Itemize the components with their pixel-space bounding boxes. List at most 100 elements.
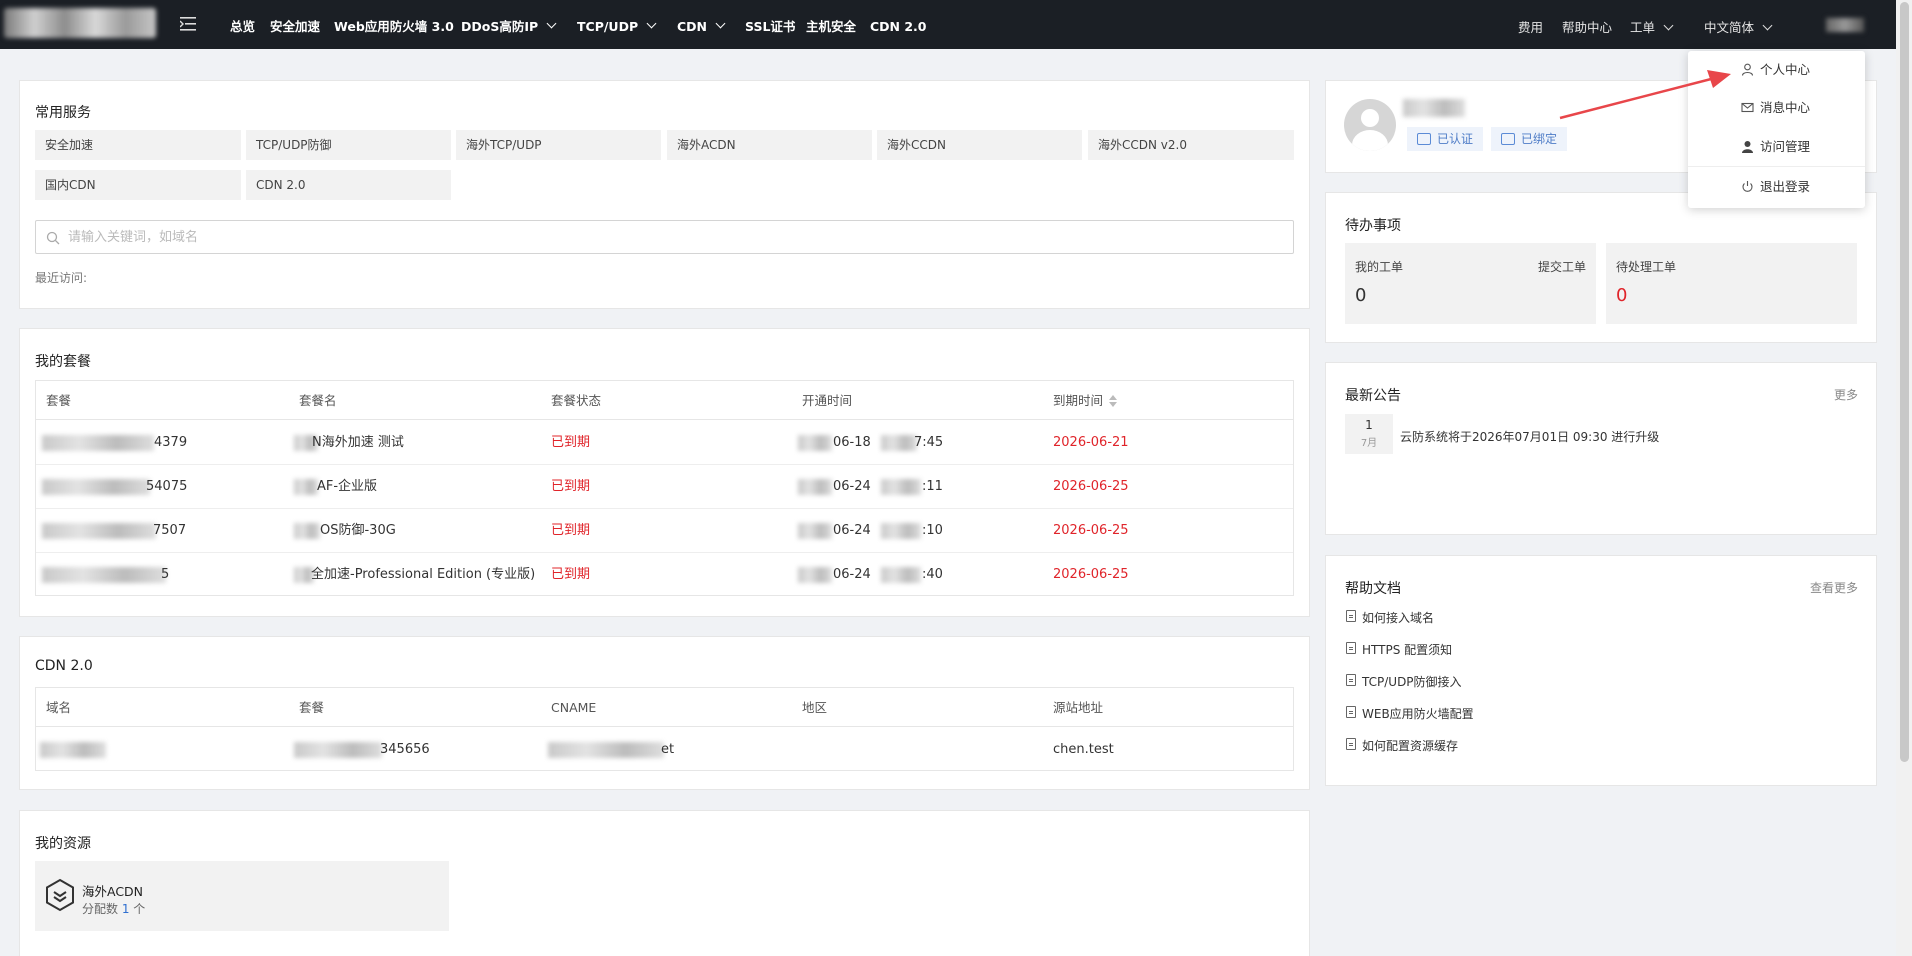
todo-title: 待办事项 [1345,218,1401,234]
chevron-down-icon [646,18,657,29]
nav-billing[interactable]: 费用 [1518,0,1543,49]
package-name: AF-企业版 [317,479,378,494]
resources-title: 我的资源 [35,836,91,852]
nav-overview[interactable]: 总览 [230,0,255,49]
nav-ddos[interactable]: DDoS高防IP [461,0,557,49]
redacted-mask [42,523,156,539]
nav-cdn2[interactable]: CDN 2.0 [870,0,927,49]
user-menu[interactable] [1826,18,1864,32]
logo[interactable] [4,8,156,38]
sort-icon[interactable] [1109,395,1118,407]
menu-item-label: 个人中心 [1760,62,1811,77]
package-id: 5 [161,567,170,582]
service-item[interactable]: 国内CDN [35,170,241,200]
doc-link-label: 如何接入域名 [1362,611,1435,625]
chevron-down-icon [715,18,726,29]
my-tickets-box[interactable]: 我的工单 提交工单 0 [1345,243,1596,324]
table-row[interactable]: 4379 N海外加速 测试 已到期 06-18 7:45 2026-06-21 [36,421,1293,465]
doc-link[interactable]: HTTPS 配置须知 [1346,641,1453,658]
nav-ddos-label: DDoS高防IP [461,19,539,34]
cname: et [661,742,675,757]
resource-item[interactable]: 海外ACDN 分配数 1 个 [35,861,449,931]
table-row[interactable]: 7507 OS防御-30G 已到期 06-24 :10 2026-06-25 [36,509,1293,553]
doc-link[interactable]: WEB应用防火墙配置 [1346,705,1474,722]
docs-more-link[interactable]: 查看更多 [1810,579,1858,596]
menu-toggle-icon[interactable] [180,16,198,32]
pending-tickets-box[interactable]: 待处理工单 0 [1606,243,1857,324]
table-row[interactable]: 5 全加速-Professional Edition (专业版) 已到期 06-… [36,553,1293,597]
column-header: CNAME [551,700,597,715]
nav-ssl[interactable]: SSL证书 [745,0,795,49]
doc-link[interactable]: TCP/UDP防御接入 [1346,673,1462,690]
nav-language[interactable]: 中文简体 [1704,0,1773,49]
search-field[interactable] [35,220,1294,254]
bound-label: 已绑定 [1521,132,1558,146]
bound-badge[interactable]: 已绑定 [1491,127,1568,151]
search-input[interactable] [68,225,1268,249]
column-header-label: 到期时间 [1053,393,1104,408]
package-name: 全加速-Professional Edition (专业版) [311,567,536,582]
person-icon [1742,141,1753,153]
end-date: 2026-06-25 [1053,479,1129,494]
doc-link-label: 如何配置资源缓存 [1362,739,1459,753]
service-item[interactable]: 海外CCDN v2.0 [1088,130,1294,160]
package-icon [46,878,74,912]
service-item[interactable]: CDN 2.0 [246,170,451,200]
notices-card [1325,362,1877,535]
start-time: :11 [922,479,943,494]
mail-icon [1501,133,1515,145]
package-name: OS防御-30G [320,523,396,538]
nav-help[interactable]: 帮助中心 [1562,0,1612,49]
doc-link-label: HTTPS 配置须知 [1362,643,1453,657]
submit-ticket-link[interactable]: 提交工单 [1538,258,1586,275]
start-time: :40 [922,567,943,582]
pending-tickets-label: 待处理工单 [1616,260,1677,274]
service-item[interactable]: 海外ACDN [667,130,872,160]
resource-count-suffix: 个 [129,902,146,916]
document-icon [1346,674,1356,686]
verified-badge[interactable]: 已认证 [1407,127,1484,151]
column-header-sortable[interactable]: 到期时间 [1053,381,1118,420]
menu-divider [1688,166,1865,167]
redacted-mask [294,479,318,495]
avatar[interactable] [1344,99,1396,151]
package-id: 54075 [146,479,188,494]
doc-link[interactable]: 如何接入域名 [1346,609,1435,626]
menu-item-label: 访问管理 [1760,139,1811,154]
notice-day: 1 [1365,418,1373,432]
cdn2-table: 域名 套餐 CNAME 地区 源站地址 345656 et chen.test [35,687,1294,771]
end-date: 2026-06-25 [1053,523,1129,538]
notice-text[interactable]: 云防系统将于2026年07月01日 09:30 进行升级 [1400,428,1659,445]
service-item[interactable]: 安全加速 [35,130,241,160]
nav-waf[interactable]: Web应用防火墙 3.0 [334,0,454,49]
nav-secure-accel[interactable]: 安全加速 [270,0,320,49]
menu-item-access-management[interactable]: 访问管理 [1688,128,1865,166]
service-item[interactable]: 海外CCDN [877,130,1082,160]
table-row[interactable]: 345656 et chen.test [36,728,1293,772]
redacted-mask [42,567,166,583]
notices-more-link[interactable]: 更多 [1834,386,1858,403]
nav-tcpudp[interactable]: TCP/UDP [577,0,657,49]
table-row[interactable]: 54075 AF-企业版 已到期 06-24 :11 2026-06-25 [36,465,1293,509]
nav-tcpudp-label: TCP/UDP [577,19,639,34]
redacted-mask [40,742,106,758]
chevron-down-icon [1762,20,1773,31]
service-item[interactable]: TCP/UDP防御 [246,130,451,160]
document-icon [1346,610,1356,622]
nav-cdn[interactable]: CDN [677,0,726,49]
menu-item-logout[interactable]: 退出登录 [1688,168,1865,206]
package-id: 4379 [154,435,188,450]
avatar-head [1361,109,1379,127]
column-header: 域名 [46,700,72,715]
redacted-mask [42,479,150,495]
table-header: 套餐 套餐名 套餐状态 开通时间 到期时间 [36,381,1293,420]
redacted-mask [42,435,154,451]
nav-tickets[interactable]: 工单 [1630,0,1674,49]
annotation-arrow-icon [1559,70,1731,120]
document-icon [1346,738,1356,750]
service-item[interactable]: 海外TCP/UDP [456,130,661,160]
nav-host-security[interactable]: 主机安全 [806,0,856,49]
notices-title: 最新公告 [1345,388,1401,404]
doc-link[interactable]: 如何配置资源缓存 [1346,737,1459,754]
scrollbar-thumb[interactable] [1900,2,1909,762]
